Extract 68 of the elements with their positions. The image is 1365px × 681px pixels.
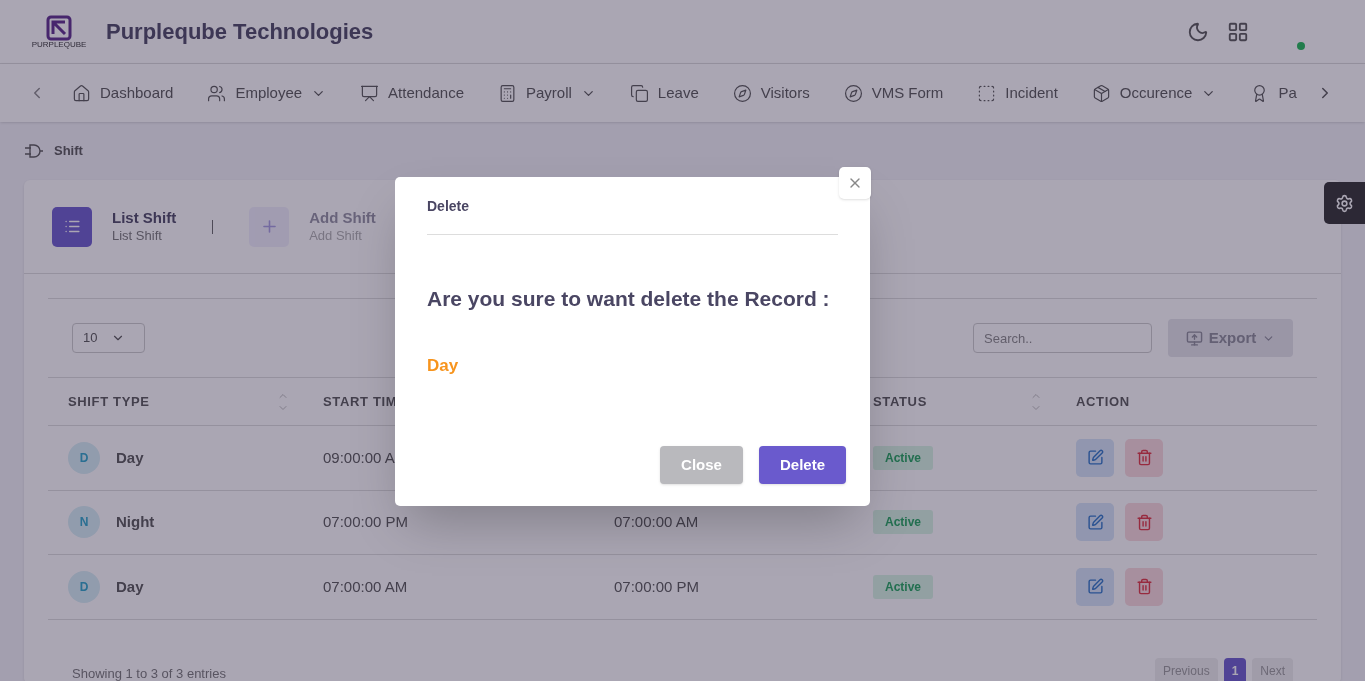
delete-confirm-button[interactable]: Delete bbox=[758, 446, 846, 484]
dialog-message: Are you sure to want delete the Record : bbox=[427, 286, 831, 312]
avatar-initial: D bbox=[68, 441, 100, 474]
status-badge: Active bbox=[873, 574, 934, 599]
status-badge: Active bbox=[873, 445, 934, 470]
dialog-title: Delete bbox=[427, 197, 470, 216]
delete-button[interactable] bbox=[1125, 503, 1163, 542]
search-field[interactable]: Search.. bbox=[973, 323, 1152, 353]
nav-item[interactable]: Leave bbox=[629, 81, 699, 105]
avatar-initial: N bbox=[68, 506, 100, 539]
column-header: SHIFT TYPE bbox=[68, 392, 150, 411]
settings-button[interactable] bbox=[1324, 182, 1365, 224]
users-icon bbox=[207, 83, 227, 103]
settings-icon bbox=[1335, 193, 1354, 213]
nav-item[interactable]: Dashboard bbox=[72, 81, 174, 105]
compass-icon bbox=[732, 83, 752, 103]
house-icon bbox=[72, 83, 91, 103]
edit-button[interactable] bbox=[1076, 503, 1114, 542]
breadcrumb: Shift bbox=[54, 142, 83, 161]
trash-icon bbox=[1135, 513, 1153, 531]
calculator-icon bbox=[498, 83, 517, 103]
apps-icon[interactable] bbox=[1227, 20, 1249, 43]
gate-icon bbox=[24, 143, 44, 159]
edit-icon bbox=[1086, 578, 1104, 596]
column-header: STATUS bbox=[873, 392, 927, 411]
package-icon bbox=[1091, 83, 1111, 103]
table-cell-text: 07:00:00 AM bbox=[323, 576, 408, 597]
table-cell-text: Day bbox=[116, 447, 144, 468]
tab[interactable]: List Shift List Shift bbox=[52, 206, 177, 247]
avatar-initial: D bbox=[68, 570, 100, 603]
page-size-select[interactable]: 10 bbox=[72, 323, 145, 353]
nav-item[interactable]: Employee bbox=[207, 81, 327, 105]
dashed-square-icon bbox=[977, 83, 997, 103]
trash-icon bbox=[1135, 449, 1153, 467]
dialog-close-button[interactable] bbox=[839, 167, 871, 199]
nav-item[interactable]: Incident bbox=[977, 81, 1058, 105]
nav-item[interactable]: Attendance bbox=[360, 81, 464, 105]
entries-info: Showing 1 to 3 of 3 entries bbox=[72, 665, 226, 681]
list-icon bbox=[63, 218, 81, 235]
nav-item[interactable]: Pa bbox=[1250, 81, 1297, 105]
edit-icon bbox=[1086, 513, 1104, 531]
nav-item[interactable]: Visitors bbox=[732, 81, 810, 105]
table-cell-text: Night bbox=[116, 512, 155, 532]
nav-item[interactable]: Payroll bbox=[498, 81, 596, 105]
trash-icon bbox=[1135, 578, 1153, 596]
delete-button[interactable] bbox=[1125, 438, 1163, 477]
nav-item[interactable]: VMS Form bbox=[843, 81, 944, 105]
column-header: ACTION bbox=[1076, 392, 1130, 411]
company-name: Purpleqube Technologies bbox=[106, 18, 374, 46]
status-badge: Active bbox=[873, 510, 934, 535]
pagination-button[interactable]: 1 bbox=[1223, 657, 1247, 681]
company-logo: PURPLEQUBE bbox=[30, 14, 88, 49]
nav-item[interactable]: Occurence bbox=[1091, 81, 1217, 105]
presentation-icon bbox=[360, 83, 380, 103]
moon-icon[interactable] bbox=[1187, 20, 1209, 43]
record-name: Day bbox=[427, 354, 460, 377]
edit-button[interactable] bbox=[1076, 438, 1114, 477]
table-cell-text: 09:00:00 A bbox=[323, 447, 395, 468]
monitor-icon bbox=[1185, 329, 1203, 347]
delete-button[interactable] bbox=[1125, 567, 1163, 606]
compass-icon bbox=[843, 83, 863, 103]
copy-icon bbox=[629, 83, 649, 103]
edit-icon bbox=[1086, 449, 1104, 467]
table-cell-text: Day bbox=[116, 576, 144, 597]
table-cell-text: 07:00:00 AM bbox=[614, 512, 699, 532]
table-cell-text: 07:00:00 PM bbox=[323, 512, 409, 532]
edit-button[interactable] bbox=[1076, 567, 1114, 606]
table-cell-text: 07:00:00 PM bbox=[614, 576, 700, 597]
